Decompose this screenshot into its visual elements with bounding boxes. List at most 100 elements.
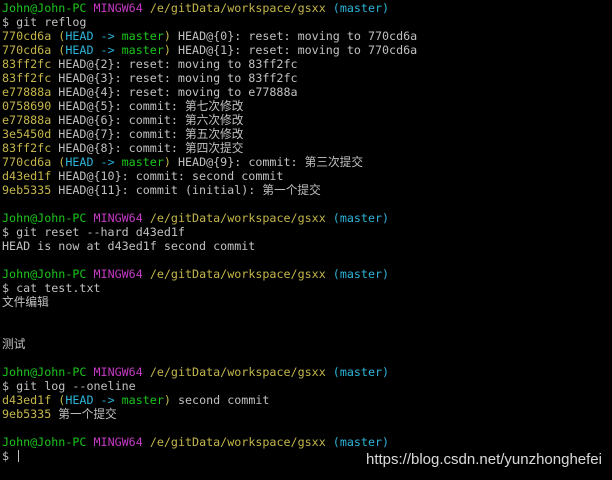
watermark-url: https://blog.csdn.net/yunzhonghefei xyxy=(365,451,602,468)
terminal-text: HEAD -> xyxy=(65,43,122,57)
terminal-line: 770cd6a (HEAD -> master) HEAD@{0}: reset… xyxy=(2,29,612,43)
terminal-text: John@John-PC xyxy=(2,365,87,379)
terminal-text: 第一个提交 xyxy=(51,407,117,421)
terminal-text: e77888a xyxy=(2,113,52,127)
terminal-text: MINGW64 xyxy=(93,435,143,449)
terminal-text: ) xyxy=(163,43,171,57)
terminal-text: (master) xyxy=(332,1,390,15)
terminal-text: MINGW64 xyxy=(93,1,143,15)
terminal-text: 文件编辑 xyxy=(2,295,49,309)
terminal-line: $ cat test.txt xyxy=(2,281,612,295)
terminal-line: d43ed1f (HEAD -> master) second commit xyxy=(2,393,612,407)
terminal-line: 9eb5335 HEAD@{11}: commit (initial): 第一个… xyxy=(2,183,612,197)
terminal-text: /e/gitData/workspace/gsxx xyxy=(149,211,326,225)
terminal-text: HEAD@{11}: commit (initial): 第一个提交 xyxy=(51,183,321,197)
terminal-line: 文件编辑 xyxy=(2,295,612,309)
terminal-line: John@John-PC MINGW64 /e/gitData/workspac… xyxy=(2,365,612,379)
terminal-text: master xyxy=(121,43,164,57)
terminal-text: 3e5450d xyxy=(2,127,52,141)
terminal-line: 9eb5335 第一个提交 xyxy=(2,407,612,421)
terminal-line: John@John-PC MINGW64 /e/gitData/workspac… xyxy=(2,211,612,225)
terminal-line: $ git reflog xyxy=(2,15,612,29)
terminal-text: 83ff2fc xyxy=(2,71,52,85)
terminal-text: (master) xyxy=(332,267,390,281)
terminal-text: d43ed1f xyxy=(2,169,52,183)
terminal-text: /e/gitData/workspace/gsxx xyxy=(149,365,326,379)
terminal-text: HEAD@{8}: commit: 第四次提交 xyxy=(51,141,244,155)
terminal-text: HEAD is now at d43ed1f second commit xyxy=(2,239,256,253)
terminal-text: ) xyxy=(163,29,171,43)
terminal-text: HEAD@{5}: commit: 第七次修改 xyxy=(51,99,244,113)
terminal-line: 83ff2fc HEAD@{3}: reset: moving to 83ff2… xyxy=(2,71,612,85)
terminal-output[interactable]: John@John-PC MINGW64 /e/gitData/workspac… xyxy=(2,1,612,480)
terminal-line: 3e5450d HEAD@{7}: commit: 第五次修改 xyxy=(2,127,612,141)
terminal-line: e77888a HEAD@{4}: reset: moving to e7788… xyxy=(2,85,612,99)
terminal-text: HEAD@{3}: reset: moving to 83ff2fc xyxy=(51,71,298,85)
terminal-text: 0758690 xyxy=(2,99,52,113)
terminal-text: ( xyxy=(51,43,66,57)
terminal-line: 0758690 HEAD@{5}: commit: 第七次修改 xyxy=(2,99,612,113)
terminal-text: HEAD@{9}: commit: 第三次提交 xyxy=(170,155,364,169)
terminal-text: /e/gitData/workspace/gsxx xyxy=(149,1,326,15)
terminal-line: John@John-PC MINGW64 /e/gitData/workspac… xyxy=(2,435,612,449)
terminal-text: HEAD -> xyxy=(65,393,122,407)
terminal-line: $ git log --oneline xyxy=(2,379,612,393)
terminal-text: 测试 xyxy=(2,337,26,351)
terminal-line: d43ed1f HEAD@{10}: commit: second commit xyxy=(2,169,612,183)
terminal-text: 770cd6a xyxy=(2,155,52,169)
terminal-text: master xyxy=(121,393,164,407)
terminal-text: John@John-PC xyxy=(2,267,87,281)
terminal-line: HEAD is now at d43ed1f second commit xyxy=(2,239,612,253)
terminal-line: 测试 xyxy=(2,337,612,351)
terminal-text: HEAD@{10}: commit: second commit xyxy=(51,169,284,183)
terminal-text: ( xyxy=(51,155,66,169)
terminal-text: 770cd6a xyxy=(2,29,52,43)
terminal-text: d43ed1f xyxy=(2,393,52,407)
terminal-text: HEAD@{0}: reset: moving to 770cd6a xyxy=(170,29,418,43)
terminal-text: John@John-PC xyxy=(2,435,87,449)
terminal-text: e77888a xyxy=(2,85,52,99)
terminal-text: $ xyxy=(2,449,17,463)
terminal-text: 770cd6a xyxy=(2,43,52,57)
terminal-line: e77888a HEAD@{6}: commit: 第六次修改 xyxy=(2,113,612,127)
text-cursor xyxy=(18,450,20,462)
terminal-text: ( xyxy=(51,29,66,43)
terminal-text: HEAD@{2}: reset: moving to 83ff2fc xyxy=(51,57,298,71)
terminal-text: ) xyxy=(163,155,171,169)
terminal-text: $ git log --oneline xyxy=(2,379,136,393)
terminal-text: $ git reset --hard d43ed1f xyxy=(2,225,185,239)
terminal-text: 83ff2fc xyxy=(2,57,52,71)
terminal-text: (master) xyxy=(332,365,390,379)
terminal-text: 83ff2fc xyxy=(2,141,52,155)
terminal-text: HEAD -> xyxy=(65,29,122,43)
terminal-text: MINGW64 xyxy=(93,267,143,281)
terminal-text: John@John-PC xyxy=(2,1,87,15)
terminal-text: MINGW64 xyxy=(93,211,143,225)
terminal-line: 83ff2fc HEAD@{8}: commit: 第四次提交 xyxy=(2,141,612,155)
terminal-text: /e/gitData/workspace/gsxx xyxy=(149,435,326,449)
terminal-text: HEAD@{6}: commit: 第六次修改 xyxy=(51,113,244,127)
terminal-line: 83ff2fc HEAD@{2}: reset: moving to 83ff2… xyxy=(2,57,612,71)
terminal-text: HEAD -> xyxy=(65,155,122,169)
terminal-text: 9eb5335 xyxy=(2,407,52,421)
terminal-text: $ cat test.txt xyxy=(2,281,101,295)
terminal-text: /e/gitData/workspace/gsxx xyxy=(149,267,326,281)
